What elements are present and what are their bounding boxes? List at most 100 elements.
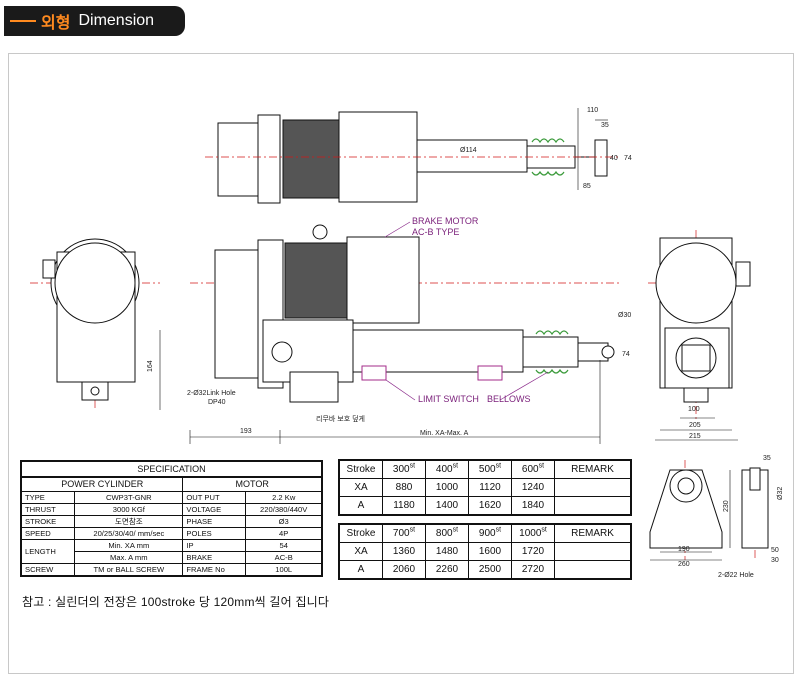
dim-100: 100	[688, 406, 700, 413]
spec-label: THRUST	[20, 503, 76, 516]
spec-motor-value: 2.2 Kw	[245, 491, 323, 504]
spec-label: STROKE	[20, 515, 76, 528]
dim-215: 215	[689, 433, 701, 440]
stroke-cell: 700st	[382, 523, 426, 543]
stroke-row: XA 880 1000 1120 1240	[338, 478, 632, 497]
row-value: 1720	[511, 542, 555, 561]
bracket-dim-phi32: Ø32	[777, 487, 784, 500]
dim-205: 205	[689, 422, 701, 429]
row-value: 1480	[425, 542, 469, 561]
row-value: 1840	[511, 496, 555, 516]
spec-motor-value: 54	[245, 539, 323, 552]
row-label: XA	[338, 478, 383, 497]
bracket-dim-50: 50	[771, 547, 779, 554]
limit-switch-label: LIMIT SWITCH	[418, 394, 479, 404]
spec-value: Max. A mm	[74, 551, 184, 564]
row-value: 2260	[425, 560, 469, 580]
stroke-cell: 800st	[425, 523, 469, 543]
spec-value: 도면참조	[74, 515, 184, 528]
spec-row: LENGTH Min. XA mm IP 54	[20, 539, 323, 564]
spec-motor-value: AC-B	[245, 551, 323, 564]
brake-motor-type: AC-B TYPE	[412, 227, 459, 237]
bracket-dim-35: 35	[763, 455, 771, 462]
dim-110: 110	[587, 107, 598, 114]
spec-motor-label: PHASE	[182, 515, 247, 528]
end-view-right	[655, 237, 751, 441]
bracket-dim-30: 30	[771, 557, 779, 564]
length-label: Min. XA-Max. A	[420, 430, 469, 437]
bracket-dim-190: 190	[678, 546, 690, 553]
bracket-views	[649, 467, 769, 561]
dim-193: 193	[240, 428, 252, 435]
remark-cell	[554, 496, 632, 516]
spec-label: SCREW	[20, 563, 76, 577]
stroke-row: A 1180 1400 1620 1840	[338, 496, 632, 516]
row-label: A	[338, 560, 383, 580]
spec-value: Min. XA mm	[74, 539, 184, 552]
hole-label-1: 2-Ø32Link Hole	[187, 390, 236, 397]
spec-value: TM or BALL SCREW	[74, 563, 184, 577]
dim-40: 40	[610, 155, 618, 162]
side-view	[159, 224, 615, 444]
row-value: 1620	[468, 496, 512, 516]
spec-motor-label: BRAKE	[182, 551, 247, 564]
row-value: 1600	[468, 542, 512, 561]
stroke-table-2: Stroke 700st 800st 900st 1000st REMARK X…	[338, 523, 632, 580]
row-label: A	[338, 496, 383, 516]
dim-85: 85	[583, 183, 591, 190]
stroke-cell: 500st	[468, 459, 512, 479]
bracket-hole-label: 2-Ø22 Hole	[718, 572, 754, 579]
hole-label-2: DP40	[208, 399, 226, 406]
dim-phi30: Ø30	[618, 312, 631, 319]
remark-head: REMARK	[554, 523, 632, 543]
remark-cell	[554, 478, 632, 497]
row-value: 2500	[468, 560, 512, 580]
footnote: 참고 : 실린더의 전장은 100stroke 당 120mm씩 길어 집니다	[22, 595, 330, 609]
row-value: 1360	[382, 542, 426, 561]
row-value: 1180	[382, 496, 426, 516]
spec-row: STROKE 도면참조 PHASE Ø3	[20, 515, 323, 528]
stroke-cell: 1000st	[511, 523, 555, 543]
spec-motor-label: IP	[182, 539, 247, 552]
bellows-label: BELLOWS	[487, 394, 531, 404]
spec-motor-label: POLES	[182, 527, 247, 540]
row-value: 1120	[468, 478, 512, 497]
stroke-head: Stroke	[338, 459, 383, 479]
dim-phi114: Ø114	[460, 147, 477, 154]
spec-motor-label: VOLTAGE	[182, 503, 247, 516]
dim-35: 35	[601, 122, 609, 129]
remark-cell	[554, 542, 632, 561]
row-value: 2720	[511, 560, 555, 580]
spec-row: SCREW TM or BALL SCREW FRAME No 100L	[20, 563, 323, 577]
end-view-left	[42, 238, 140, 401]
spec-motor-value: 220/380/440V	[245, 503, 323, 516]
spec-value: 3000 KGf	[74, 503, 184, 516]
bracket-dim-230: 230	[723, 500, 730, 512]
spec-value: CWP3T-GNR	[74, 491, 184, 504]
stroke-row: A 2060 2260 2500 2720	[338, 560, 632, 580]
spec-col-power: POWER CYLINDER	[20, 476, 184, 492]
spec-motor-label: OUT PUT	[182, 491, 247, 504]
spec-row: THRUST 3000 KGf VOLTAGE 220/380/440V	[20, 503, 323, 516]
top-view	[217, 108, 608, 204]
row-value: 1000	[425, 478, 469, 497]
row-value: 1240	[511, 478, 555, 497]
spec-col-motor: MOTOR	[182, 476, 323, 492]
stroke-cell: 300st	[382, 459, 426, 479]
row-value: 2060	[382, 560, 426, 580]
spec-row: SPEED 20/25/30/40/ mm/sec POLES 4P	[20, 527, 323, 540]
spec-motor-value: 4P	[245, 527, 323, 540]
stroke-head: Stroke	[338, 523, 383, 543]
stroke-cell: 900st	[468, 523, 512, 543]
row-label: XA	[338, 542, 383, 561]
spec-length-label: LENGTH	[20, 539, 76, 564]
spec-motor-value: 100L	[245, 563, 323, 577]
spec-motor-label: FRAME No	[182, 563, 247, 577]
dim-74-side: 74	[622, 351, 630, 358]
stroke-table-1: Stroke 300st 400st 500st 600st REMARK XA…	[338, 459, 632, 516]
remark-cell	[554, 560, 632, 580]
spec-label: TYPE	[20, 491, 76, 504]
bracket-dim-260: 260	[678, 561, 690, 568]
dim-164: 164	[147, 360, 154, 372]
spec-value: 20/25/30/40/ mm/sec	[74, 527, 184, 540]
